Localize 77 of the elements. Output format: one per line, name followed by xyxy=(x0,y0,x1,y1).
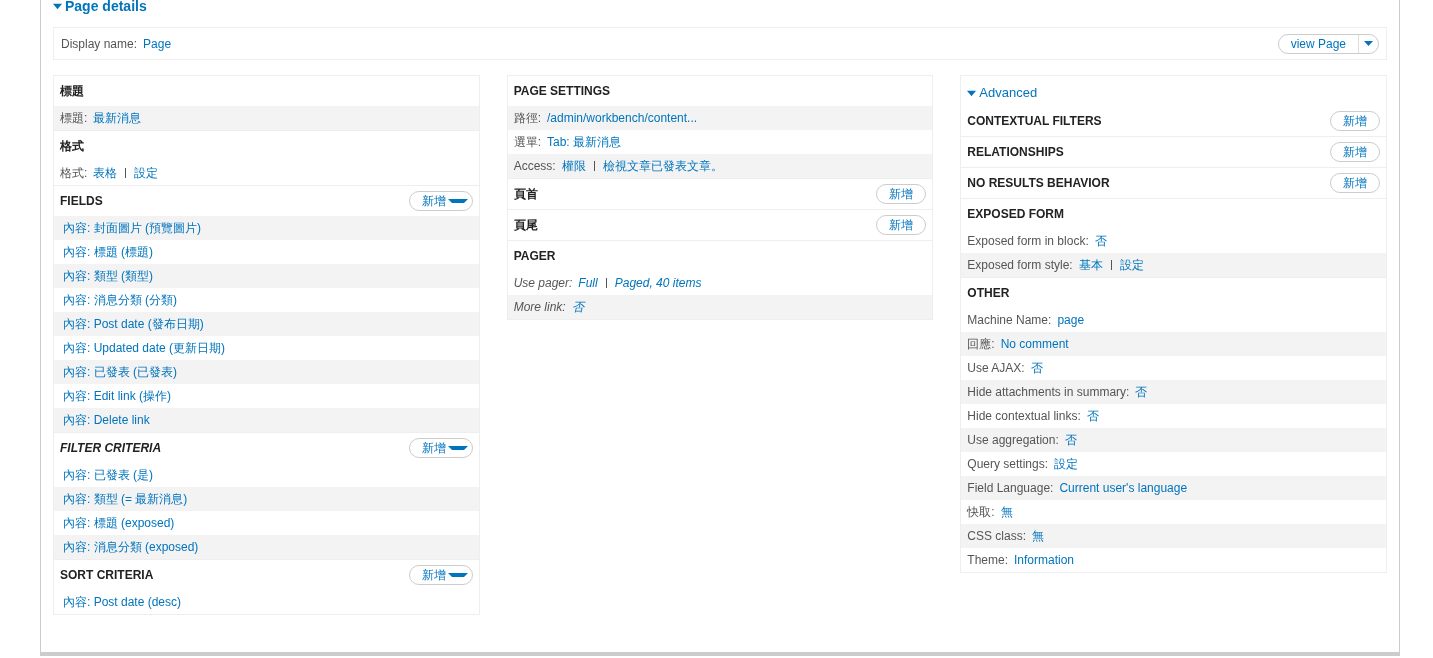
setting-value-link[interactable]: 否 xyxy=(1135,383,1148,401)
setting-label: Access: xyxy=(513,158,556,175)
setting-label: Theme: xyxy=(967,552,1008,569)
display-name-label: Display name: xyxy=(61,35,138,53)
section-heading: PAGE SETTINGS xyxy=(513,83,611,100)
caret-icon xyxy=(447,572,468,578)
setting-label: 回應: xyxy=(967,336,995,353)
section-heading: RELATIONSHIPS xyxy=(967,144,1064,161)
section-heading: NO RESULTS BEHAVIOR xyxy=(967,175,1110,192)
setting-label: CSS class: xyxy=(967,528,1026,545)
setting-label: Field Language: xyxy=(967,480,1054,497)
field-link[interactable]: 內容: 類型 (類型) xyxy=(60,267,153,285)
setting-value-link[interactable]: 表格 xyxy=(93,164,118,182)
setting-value-link[interactable]: Tab: 最新消息 xyxy=(547,133,621,151)
section-heading: 頁尾 xyxy=(513,217,538,234)
field-link[interactable]: 內容: Delete link xyxy=(60,411,150,429)
setting-label: Use AJAX: xyxy=(967,360,1025,377)
field-link[interactable]: 內容: Post date (desc) xyxy=(60,593,182,611)
section-heading: CONTEXTUAL FILTERS xyxy=(967,113,1102,130)
field-link[interactable]: 內容: 標題 (exposed) xyxy=(60,514,175,532)
setting-label: Use aggregation: xyxy=(967,432,1059,449)
setting-value-link[interactable]: 否 xyxy=(1094,232,1107,250)
setting-value-link[interactable]: /admin/workbench/content... xyxy=(547,109,698,127)
display-name-link[interactable]: Page xyxy=(143,34,172,53)
setting-value-link[interactable]: 設定 xyxy=(1119,256,1144,274)
setting-value-link[interactable]: 設定 xyxy=(134,164,159,182)
collapse-triangle-icon xyxy=(53,1,62,11)
section-heading: 頁首 xyxy=(513,186,538,203)
setting-value-link[interactable]: 設定 xyxy=(1054,455,1079,473)
setting-value-link[interactable]: Information xyxy=(1014,551,1075,569)
setting-value-link[interactable]: page xyxy=(1057,311,1085,329)
field-link[interactable]: 內容: Updated date (更新日期) xyxy=(60,339,226,357)
advanced-toggle[interactable]: Advanced xyxy=(961,76,1044,106)
caret-icon xyxy=(447,198,468,204)
setting-value-link[interactable]: Paged, 40 items xyxy=(614,274,702,292)
section-heading: FILTER CRITERIA xyxy=(60,440,162,457)
setting-label: Hide attachments in summary: xyxy=(967,384,1130,401)
setting-value-link[interactable]: 無 xyxy=(1000,503,1013,521)
setting-label: More link: xyxy=(513,299,566,316)
section-heading: EXPOSED FORM xyxy=(967,206,1064,223)
setting-label: Exposed form style: xyxy=(967,257,1073,274)
setting-value-link[interactable]: 否 xyxy=(1064,431,1077,449)
setting-value-link[interactable]: Full xyxy=(578,274,598,292)
setting-label: 格式: xyxy=(60,165,88,182)
collapse-triangle-icon xyxy=(967,88,977,98)
setting-label: Exposed form in block: xyxy=(967,233,1089,250)
setting-label: Machine Name: xyxy=(967,312,1052,329)
setting-label: Hide contextual links: xyxy=(967,408,1081,425)
setting-value-link[interactable]: 無 xyxy=(1032,527,1044,545)
setting-value-link[interactable]: No comment xyxy=(1000,335,1069,353)
field-link[interactable]: 內容: Edit link (操作) xyxy=(60,387,171,405)
section-heading: FIELDS xyxy=(60,193,103,210)
setting-value-link[interactable]: 否 xyxy=(571,298,584,316)
setting-value-link[interactable]: 最新消息 xyxy=(93,109,142,127)
setting-label: 路徑: xyxy=(513,110,541,127)
field-link[interactable]: 內容: 標題 (標題) xyxy=(60,243,153,261)
setting-label: 標題: xyxy=(60,110,88,127)
field-link[interactable]: 內容: 消息分類 (分類) xyxy=(60,291,177,309)
setting-value-link[interactable]: 否 xyxy=(1030,359,1043,377)
section-heading: PAGER xyxy=(513,248,556,265)
setting-label: Use pager: xyxy=(513,275,573,292)
section-heading: SORT CRITERIA xyxy=(60,567,154,584)
setting-value-link[interactable]: 權限 xyxy=(561,157,586,175)
section-heading: OTHER xyxy=(967,285,1010,302)
setting-value-link[interactable]: 檢視文章已發表文章。 xyxy=(602,157,723,175)
field-link[interactable]: 內容: 已發表 (是) xyxy=(60,466,153,484)
setting-label: 選單: xyxy=(513,134,541,151)
page-details-toggle[interactable]: Page details xyxy=(53,0,147,13)
section-heading: 標題 xyxy=(60,83,84,100)
setting-value-link[interactable]: 基本 xyxy=(1078,256,1103,274)
setting-label: Query settings: xyxy=(967,456,1049,473)
setting-value-link[interactable]: 否 xyxy=(1086,407,1099,425)
caret-icon xyxy=(1364,40,1373,47)
setting-value-link[interactable]: Current user's language xyxy=(1059,479,1188,497)
setting-label: 快取: xyxy=(967,504,995,521)
caret-icon xyxy=(447,445,468,451)
section-heading: 格式 xyxy=(60,138,84,155)
